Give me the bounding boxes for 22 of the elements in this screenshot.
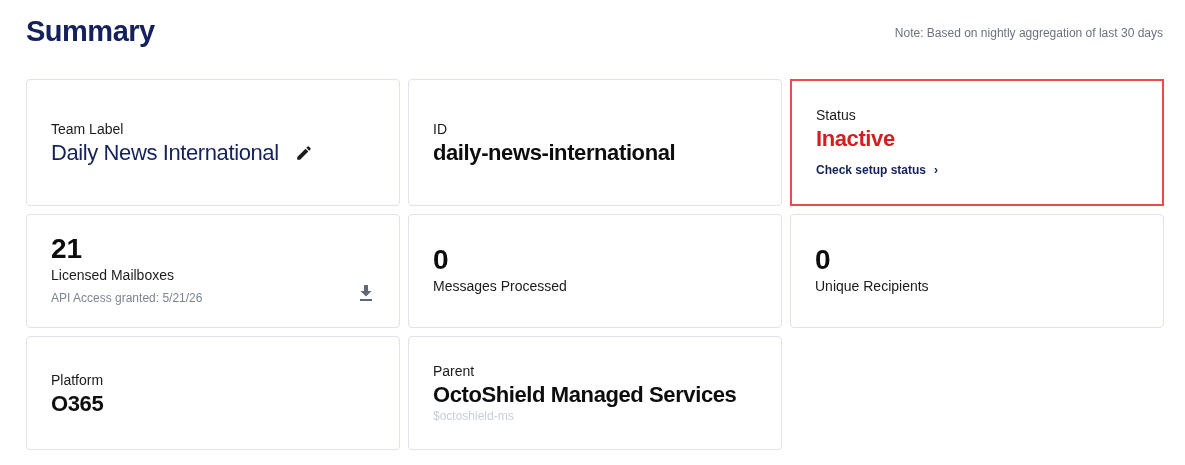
- metric-label: Messages Processed: [433, 276, 568, 296]
- field-value: O365: [51, 390, 105, 416]
- edit-icon[interactable]: [294, 143, 313, 162]
- field-label: Parent: [433, 361, 476, 381]
- field-value: daily-news-international: [433, 140, 677, 166]
- metric-value: 21: [51, 234, 84, 266]
- setup-link[interactable]: Check setup status ›: [816, 161, 939, 180]
- field-label: ID: [433, 120, 448, 140]
- field-value: OctoShield Managed Services: [433, 381, 738, 407]
- page-title: Summary: [26, 14, 155, 49]
- field-value: Daily News International: [51, 140, 279, 166]
- metric-value: 0: [433, 244, 450, 276]
- field-value: Inactive: [816, 126, 896, 152]
- field-label: Platform: [51, 370, 105, 390]
- field-label: Status: [816, 106, 857, 126]
- metric-note: API Access granted: 5/21/26: [51, 290, 203, 308]
- field-label: Team Label: [51, 120, 125, 140]
- metric-label: Unique Recipients: [815, 276, 930, 296]
- metric-label: Licensed Mailboxes: [51, 266, 175, 286]
- metric-value: 0: [815, 244, 832, 276]
- note-text: Note: Based on nightly aggregation of last 30 days: [894, 25, 1163, 42]
- download-icon[interactable]: [359, 284, 373, 301]
